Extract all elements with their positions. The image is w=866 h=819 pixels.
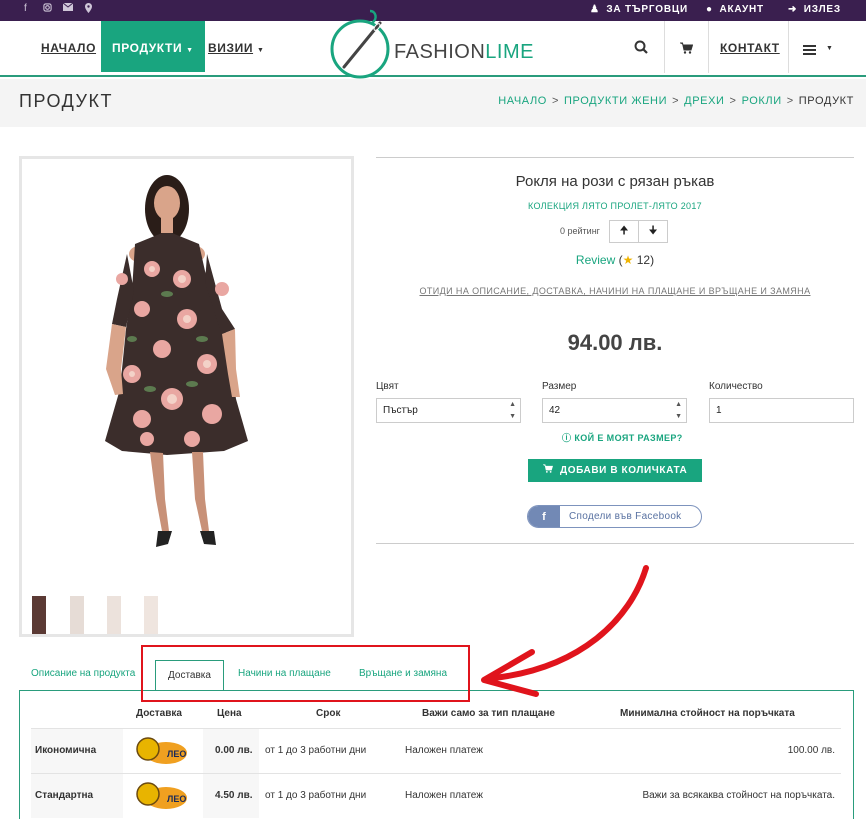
- table-row: Икономична ЛЕО 0.00 лв. от 1 до 3 работн…: [31, 728, 841, 773]
- quantity-input[interactable]: 1: [709, 398, 854, 423]
- select-arrows-icon: ▲ ▼: [675, 401, 682, 420]
- menu-icon[interactable]: [803, 42, 816, 60]
- caret-down-icon[interactable]: ▼: [826, 45, 833, 52]
- arrow-down-icon: 🠋: [648, 225, 658, 237]
- star-icon: ★: [622, 253, 634, 267]
- col-header-payment: Важи само за тип плащане: [422, 708, 555, 719]
- qty-label: Количество: [709, 381, 763, 392]
- logo-icon[interactable]: [330, 5, 392, 81]
- delivery-term: от 1 до 3 работни дни: [259, 774, 401, 818]
- delivery-name: Икономична: [35, 745, 97, 756]
- instagram-icon[interactable]: [43, 3, 52, 15]
- nav-products[interactable]: ПРОДУКТИ ▼: [101, 21, 205, 72]
- caret-down-icon: ▼: [257, 47, 265, 54]
- courier-logo: ЛЕО: [123, 729, 203, 773]
- caret-down-icon: ▼: [186, 47, 194, 54]
- search-icon[interactable]: [634, 40, 648, 59]
- vote-down-button[interactable]: 🠋: [638, 220, 668, 243]
- delivery-term: от 1 до 3 работни дни: [259, 729, 401, 773]
- delivery-min: 100.00 лв.: [787, 745, 835, 756]
- nav-divider: [708, 21, 709, 73]
- nav-cards[interactable]: ВИЗИИ ▼: [208, 21, 265, 72]
- logo-text[interactable]: FASHIONLIME: [394, 41, 534, 64]
- annotation-arrow: [481, 565, 649, 697]
- breadcrumb-dresses[interactable]: РОКЛИ: [742, 95, 782, 107]
- thumbnail-4[interactable]: [144, 596, 158, 634]
- delivery-name: Стандартна: [35, 790, 94, 801]
- user-icon: ●: [706, 4, 713, 15]
- page-title: ПРОДУКТ: [19, 91, 113, 111]
- select-arrows-icon: ▲ ▼: [509, 401, 516, 420]
- facebook-icon[interactable]: f: [24, 3, 27, 14]
- table-row: Стандартна ЛЕО 4.50 лв. от 1 до 3 работн…: [31, 773, 841, 818]
- nav-divider: [664, 21, 665, 73]
- tab-description[interactable]: Описание на продукта: [31, 668, 135, 679]
- facebook-icon: f: [528, 506, 560, 527]
- page-header: ПРОДУКТ НАЧАЛО > ПРОДУКТИ ЖЕНИ > ДРЕХИ > РОКЛИ…: [0, 79, 866, 127]
- vote-up-button[interactable]: 🠉: [609, 220, 639, 243]
- breadcrumb-current: ПРОДУКТ: [798, 95, 854, 107]
- top-bar: f ♟ ЗА ТЪРГОВЦИ ● АКАУНТ ➜ ИЗЛЕЗ: [0, 0, 866, 21]
- highlight-box: [141, 645, 470, 702]
- product-title: Рокля на рози с рязан ръкав: [515, 173, 715, 190]
- thumbnail-3[interactable]: [107, 596, 121, 634]
- col-header-price: Цена: [217, 708, 242, 719]
- nav-divider: [788, 21, 789, 73]
- delivery-min: Важи за всякаква стойност на поръчката.: [642, 790, 835, 801]
- info-icon: ⓘ: [562, 433, 572, 443]
- color-label: Цвят: [376, 381, 399, 392]
- breadcrumb: НАЧАЛО > ПРОДУКТИ ЖЕНИ > ДРЕХИ > РОКЛИ > ПРОДУКТ: [498, 95, 854, 107]
- divider: [376, 157, 854, 158]
- breadcrumb-home[interactable]: НАЧАЛО: [498, 95, 547, 107]
- arrow-up-icon: 🠉: [619, 225, 629, 237]
- divider: [376, 543, 854, 544]
- col-header-min: Минимална стойност на поръчката: [620, 708, 795, 719]
- breadcrumb-clothes[interactable]: ДРЕХИ: [684, 95, 724, 107]
- traders-link[interactable]: ♟ ЗА ТЪРГОВЦИ: [590, 4, 688, 15]
- product-photo[interactable]: [22, 159, 351, 589]
- thumbnail-1[interactable]: [32, 596, 46, 634]
- delivery-payment: Наложен платеж: [401, 729, 841, 773]
- courier-logo: ЛЕО: [123, 774, 203, 818]
- svg-text:ЛЕО: ЛЕО: [167, 749, 186, 759]
- size-label: Размер: [542, 381, 577, 392]
- cart-icon: [542, 464, 556, 476]
- facebook-share-button[interactable]: f Сподели във Facebook: [527, 505, 702, 528]
- nav-contact[interactable]: КОНТАКТ: [720, 21, 780, 72]
- size-guide-link[interactable]: ⓘ КОЙ Е МОЯТ РАЗМЕР?: [562, 431, 683, 444]
- color-select[interactable]: Пъстър ▲ ▼: [376, 398, 521, 423]
- product-price: 94.00 лв.: [567, 330, 663, 355]
- goto-details-link[interactable]: ОТИДИ НА ОПИСАНИЕ, ДОСТАВКА, НАЧИНИ НА П…: [376, 286, 854, 296]
- breadcrumb-women[interactable]: ПРОДУКТИ ЖЕНИ: [564, 95, 667, 107]
- mail-icon[interactable]: [62, 2, 74, 14]
- col-header-delivery: Доставка: [136, 708, 182, 719]
- nav-home[interactable]: НАЧАЛО: [41, 21, 96, 72]
- product-image-box[interactable]: [19, 156, 354, 637]
- account-link[interactable]: ● АКАУНТ: [706, 4, 764, 15]
- collection-link[interactable]: КОЛЕКЦИЯ ЛЯТО ПРОЛЕТ-ЛЯТО 2017: [376, 201, 854, 211]
- logout-link[interactable]: ➜ ИЗЛЕЗ: [788, 4, 841, 15]
- location-icon[interactable]: [85, 3, 92, 16]
- cart-icon[interactable]: [680, 41, 694, 59]
- thumbnail-2[interactable]: [70, 596, 84, 634]
- add-to-cart-button[interactable]: ДОБАВИ В КОЛИЧКАТА: [528, 459, 702, 482]
- svg-text:ЛЕО: ЛЕО: [167, 794, 186, 804]
- rating-count: 0 рейтинг: [560, 226, 600, 236]
- main-nav: НАЧАЛО ПРОДУКТИ ▼ ВИЗИИ ▼ FASHIONLIME КО…: [0, 9, 866, 79]
- size-select[interactable]: 42 ▲ ▼: [542, 398, 687, 423]
- review-summary[interactable]: Review (★ 12): [376, 253, 854, 267]
- logout-icon: ➜: [788, 4, 798, 15]
- col-header-term: Срок: [316, 708, 341, 719]
- users-icon: ♟: [590, 4, 600, 15]
